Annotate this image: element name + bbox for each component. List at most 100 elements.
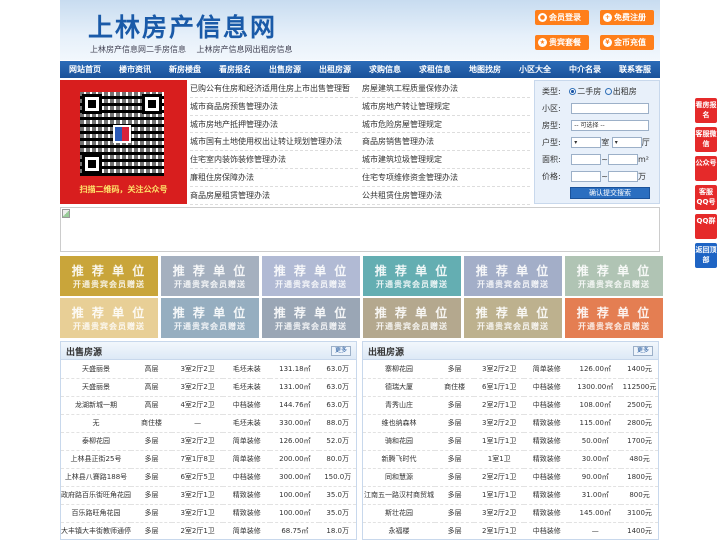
news-item[interactable]: 城市国有土地使用权出让转让规划管理办法 bbox=[190, 133, 358, 152]
table-cell[interactable]: 龙湖新城一期 bbox=[61, 396, 131, 415]
news-item[interactable]: 商品房销售管理办法 bbox=[362, 133, 530, 152]
table-row[interactable]: 江南五一路汉村商贸城 多层 1室1厅1卫 精致装修 31.00㎡ 800元 bbox=[363, 486, 658, 505]
recommended-unit-ad[interactable]: 推 荐 单 位开通贵宾会员赠送 bbox=[565, 298, 663, 338]
news-item[interactable]: 已购公有住房和经济适用住房上市出售管理暂 bbox=[190, 80, 358, 98]
table-cell[interactable]: 寨柳花园 bbox=[363, 360, 435, 379]
register-button[interactable]: + 免费注册 bbox=[600, 10, 654, 25]
table-cell[interactable]: 无 bbox=[61, 414, 131, 433]
table-row[interactable]: 政府路百乐街旺角花园 多层 3室2厅1卫 精致装修 100.00㎡ 35.0万 bbox=[61, 486, 356, 505]
float-back-to-top[interactable]: 返回顶部 bbox=[695, 243, 717, 268]
nav-communities[interactable]: 小区大全 bbox=[510, 61, 560, 78]
sell-more-button[interactable]: 更多 bbox=[330, 346, 351, 356]
table-row[interactable]: 上林县八賽路188号 多层 6室2厅5卫 中档装修 300.00㎡ 150.0万 bbox=[61, 468, 356, 487]
nav-viewing-signup[interactable]: 看房报名 bbox=[210, 61, 260, 78]
size-max-input[interactable] bbox=[607, 154, 638, 165]
table-cell[interactable]: 青秀山庄 bbox=[363, 396, 435, 415]
table-row[interactable]: 龙湖新城一期 高层 4室2厅2卫 中档装修 144.76㎡ 63.0万 bbox=[61, 396, 356, 415]
table-row[interactable]: 新腾飞时代 多层 1室1卫 精致装修 30.00㎡ 480元 bbox=[363, 450, 658, 469]
table-row[interactable]: 泰柳花园 多层 3室2厅2卫 简单装修 126.00㎡ 52.0万 bbox=[61, 432, 356, 451]
nav-for-sale[interactable]: 出售房源 bbox=[260, 61, 310, 78]
news-item[interactable]: 城市房地产转让管理规定 bbox=[362, 98, 530, 116]
nav-agencies[interactable]: 中介名录 bbox=[560, 61, 610, 78]
table-row[interactable]: 斯壮花园 多层 3室2厅2卫 精致装修 145.00㎡ 3100元 bbox=[363, 504, 658, 523]
table-row[interactable]: 上林县正街25号 多层 7室1厅8卫 简单装修 200.00㎡ 80.0万 bbox=[61, 450, 356, 469]
table-cell[interactable]: 天盛丽景 bbox=[61, 378, 131, 397]
news-item[interactable]: 住宅专项维修资金管理办法 bbox=[362, 169, 530, 187]
news-item[interactable]: 公共租赁住房管理办法 bbox=[362, 187, 530, 205]
news-item[interactable]: 廉租住房保障办法 bbox=[190, 169, 358, 187]
banner-ad[interactable] bbox=[60, 207, 660, 252]
rent-more-button[interactable]: 更多 bbox=[632, 346, 653, 356]
news-item[interactable]: 住宅室内装饰装修管理办法 bbox=[190, 151, 358, 169]
table-cell[interactable]: 上林县八賽路188号 bbox=[61, 468, 131, 487]
table-cell[interactable]: 维也纳森林 bbox=[363, 414, 435, 433]
recommended-unit-ad[interactable]: 推 荐 单 位开通贵宾会员赠送 bbox=[565, 256, 663, 296]
table-cell[interactable]: 同和慧源 bbox=[363, 468, 435, 487]
table-row[interactable]: 百乐路旺角花园 多层 3室2厅1卫 精致装修 100.00㎡ 35.0万 bbox=[61, 504, 356, 523]
table-row[interactable]: 寨柳花园 多层 3室2厅2卫 简单装修 126.00㎡ 1400元 bbox=[363, 360, 658, 379]
table-cell[interactable]: 江南五一路汉村商贸城 bbox=[363, 486, 435, 505]
float-service-qq[interactable]: 客服QQ号 bbox=[695, 185, 717, 210]
news-item[interactable]: 房屋建筑工程质量保修办法 bbox=[362, 80, 530, 98]
table-cell[interactable]: 百乐路旺角花园 bbox=[61, 504, 131, 523]
recommended-unit-ad[interactable]: 推 荐 单 位开通贵宾会员赠送 bbox=[60, 256, 158, 296]
recommended-unit-ad[interactable]: 推 荐 单 位开通贵宾会员赠送 bbox=[262, 298, 360, 338]
nav-wanted-rent[interactable]: 求租信息 bbox=[410, 61, 460, 78]
table-cell[interactable]: 永福楼 bbox=[363, 522, 435, 539]
table-cell[interactable]: 骑和花园 bbox=[363, 432, 435, 451]
recommended-unit-ad[interactable]: 推 荐 单 位开通贵宾会员赠送 bbox=[161, 298, 259, 338]
nav-home[interactable]: 网站首页 bbox=[60, 61, 110, 78]
table-row[interactable]: 青秀山庄 多层 2室2厅1卫 中档装修 108.00㎡ 2500元 bbox=[363, 396, 658, 415]
tagline-sell[interactable]: 上林房产信息网二手房信息 bbox=[90, 45, 186, 54]
recommended-unit-ad[interactable]: 推 荐 单 位开通贵宾会员赠送 bbox=[60, 298, 158, 338]
recommended-unit-ad[interactable]: 推 荐 单 位开通贵宾会员赠送 bbox=[464, 256, 562, 296]
vip-package-button[interactable]: ★ 贵宾套餐 bbox=[535, 35, 589, 50]
recommended-unit-ad[interactable]: 推 荐 单 位开通贵宾会员赠送 bbox=[363, 256, 461, 296]
coin-recharge-button[interactable]: ¥ 金币充值 bbox=[600, 35, 654, 50]
table-row[interactable]: 无商住楼 — 毛坯未装 330.00㎡ 88.0万 bbox=[61, 414, 356, 433]
news-item[interactable]: 城市危险房屋管理规定 bbox=[362, 116, 530, 134]
price-min-input[interactable] bbox=[571, 171, 602, 182]
table-cell[interactable]: 新腾飞时代 bbox=[363, 450, 435, 469]
float-service-wechat[interactable]: 客服微信 bbox=[695, 127, 717, 152]
tagline-rent[interactable]: 上林房产信息网出租房信息 bbox=[197, 45, 293, 54]
table-cell[interactable]: 天盛丽景 bbox=[61, 360, 131, 379]
news-item[interactable]: 商品房屋租赁管理办法 bbox=[190, 187, 358, 205]
table-cell[interactable]: 政府路百乐街旺角花园 bbox=[61, 486, 131, 505]
site-logo[interactable]: 上林房产信息网 bbox=[88, 8, 277, 44]
size-min-input[interactable] bbox=[571, 154, 602, 165]
table-cell[interactable]: 大丰镇大丰街教师通停 bbox=[61, 522, 131, 539]
halls-select[interactable]: ▾ bbox=[611, 137, 642, 148]
news-item[interactable]: 城市建筑垃圾管理规定 bbox=[362, 151, 530, 169]
nav-contact[interactable]: 联系客服 bbox=[610, 61, 660, 78]
table-cell[interactable]: 泰柳花园 bbox=[61, 432, 131, 451]
table-row[interactable]: 同和慧源 多层 2室2厅1卫 中档装修 90.00㎡ 1800元 bbox=[363, 468, 658, 487]
news-item[interactable]: 城市房地产抵押管理办法 bbox=[190, 116, 358, 134]
table-row[interactable]: 天盛丽景 高层 3室2厅2卫 毛坯未装 131.00㎡ 63.0万 bbox=[61, 378, 356, 397]
table-row[interactable]: 大丰镇大丰街教师通停 多层 2室2厅1卫 简单装修 68.75㎡ 18.0万 bbox=[61, 522, 356, 539]
radio-rental[interactable] bbox=[604, 88, 612, 95]
room-type-select[interactable]: -- 可选择 -- bbox=[571, 120, 650, 131]
table-cell[interactable]: 德瑞大厦 bbox=[363, 378, 435, 397]
table-row[interactable]: 德瑞大厦 商住楼 6室1厅1卫 中档装修 1300.00㎡ 112500元 bbox=[363, 378, 658, 397]
table-row[interactable]: 永福楼 多层 2室1厅1卫 中档装修 —1400元 bbox=[363, 522, 658, 539]
recommended-unit-ad[interactable]: 推 荐 单 位开通贵宾会员赠送 bbox=[363, 298, 461, 338]
nav-wanted-buy[interactable]: 求购信息 bbox=[360, 61, 410, 78]
login-button[interactable]: ● 会员登录 bbox=[535, 10, 589, 25]
nav-for-rent[interactable]: 出租房源 bbox=[310, 61, 360, 78]
community-input[interactable] bbox=[571, 103, 650, 114]
float-viewing-signup[interactable]: 看房报名 bbox=[695, 98, 717, 123]
news-item[interactable]: 城市商品房预售管理办法 bbox=[190, 98, 358, 116]
rooms-select[interactable]: ▾ bbox=[571, 137, 602, 148]
recommended-unit-ad[interactable]: 推 荐 单 位开通贵宾会员赠送 bbox=[262, 256, 360, 296]
price-max-input[interactable] bbox=[607, 171, 638, 182]
table-row[interactable]: 维也纳森林 多层 3室2厅2卫 精致装修 115.00㎡ 2800元 bbox=[363, 414, 658, 433]
nav-map[interactable]: 地图找房 bbox=[460, 61, 510, 78]
recommended-unit-ad[interactable]: 推 荐 单 位开通贵宾会员赠送 bbox=[161, 256, 259, 296]
search-submit-button[interactable]: 确认提交搜索 bbox=[570, 187, 650, 199]
table-cell[interactable]: 上林县正街25号 bbox=[61, 450, 131, 469]
recommended-unit-ad[interactable]: 推 荐 单 位开通贵宾会员赠送 bbox=[464, 298, 562, 338]
table-cell[interactable]: 斯壮花园 bbox=[363, 504, 435, 523]
table-row[interactable]: 天盛丽景 高层 3室2厅2卫 毛坯未装 131.18㎡ 63.0万 bbox=[61, 360, 356, 379]
table-row[interactable]: 骑和花园 多层 1室1厅1卫 精致装修 50.00㎡ 1700元 bbox=[363, 432, 658, 451]
